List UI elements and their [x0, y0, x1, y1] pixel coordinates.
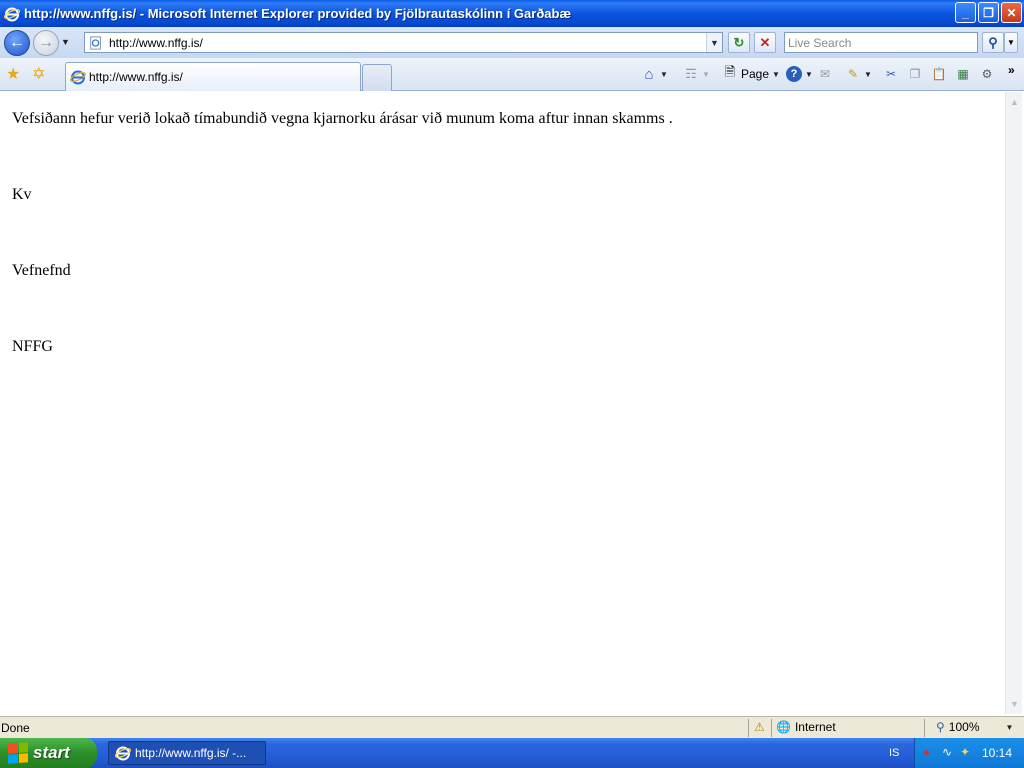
start-label: start	[33, 743, 70, 762]
more-commands-chevron[interactable]: »	[1008, 61, 1015, 79]
network-icon[interactable]: ●	[923, 745, 939, 761]
refresh-button[interactable]: ↻	[728, 32, 750, 53]
scroll-up-arrow[interactable]: ▲	[1007, 94, 1022, 110]
status-text: Done	[1, 721, 30, 735]
start-button[interactable]: start	[0, 738, 97, 768]
scissors-icon: ✂	[885, 67, 897, 81]
ie-icon	[70, 70, 86, 85]
page-menu-label: Page	[741, 67, 770, 81]
tools-icon: ▦	[957, 67, 969, 81]
clipboard-icon: 📋	[931, 67, 947, 81]
window-title: http://www.nffg.is/ - Microsoft Internet…	[24, 6, 572, 21]
security-zone[interactable]: 🌐 Internet	[776, 720, 836, 734]
ie-icon	[4, 7, 20, 21]
chevron-down-icon: ▼	[864, 69, 872, 79]
favorites-star-icon[interactable]: ★	[6, 64, 20, 84]
title-bar: http://www.nffg.is/ - Microsoft Internet…	[0, 0, 1024, 27]
ie-page-icon	[90, 35, 101, 50]
zoom-icon: ⚲	[936, 720, 945, 734]
scroll-down-arrow[interactable]: ▼	[1007, 696, 1022, 712]
copy-button[interactable]: ❐	[907, 65, 923, 83]
signature-organization: NFFG	[12, 338, 53, 355]
cut-button[interactable]: ✂	[883, 65, 899, 83]
magnifier-icon: ⚲	[988, 34, 998, 50]
address-field[interactable]: http://www.nffg.is/ ▼	[84, 32, 723, 53]
ie-icon	[115, 746, 131, 761]
globe-icon: 🌐	[776, 720, 791, 734]
stop-button[interactable]: ✕	[754, 32, 776, 53]
windows-logo-icon	[8, 742, 28, 764]
forward-arrow-icon: →	[38, 34, 54, 51]
zone-label: Internet	[794, 720, 836, 734]
status-bar: Done ⚠ 🌐 Internet ⚲ 100% ▼	[0, 716, 1024, 738]
zoom-level: 100%	[948, 720, 980, 734]
page-content: Vefsiðann hefur verið lokað tímabundið v…	[1, 92, 1005, 714]
restore-button[interactable]: ❐	[978, 2, 999, 23]
zoom-control[interactable]: ⚲ 100% ▼	[936, 720, 1013, 734]
page-icon: 🗎	[724, 64, 736, 79]
refresh-icon: ↻	[733, 34, 745, 50]
vertical-scrollbar[interactable]: ▲ ▼	[1005, 92, 1022, 714]
add-favorites-icon[interactable]: ✡	[32, 64, 45, 84]
clock: 10:14	[981, 746, 1012, 760]
chevron-down-icon: ▼	[702, 69, 710, 79]
forward-button[interactable]: →	[33, 30, 59, 56]
search-button[interactable]: ⚲	[982, 32, 1004, 53]
edit-button[interactable]: ✎ ▼	[845, 65, 872, 83]
back-arrow-icon: ←	[9, 34, 25, 51]
back-button[interactable]: ←	[4, 30, 30, 56]
taskbar: start http://www.nffg.is/ -... IS ● ∿ ✦ …	[0, 738, 1024, 768]
taskbar-window-label: http://www.nffg.is/ -...	[135, 746, 247, 760]
signature-committee: Vefnefnd	[12, 262, 71, 279]
home-button[interactable]: ⌂ ▼	[641, 65, 668, 83]
close-button[interactable]: ✕	[1001, 2, 1022, 23]
chevron-down-icon: ▼	[660, 69, 668, 79]
search-options-dropdown[interactable]: ▼	[1004, 32, 1018, 53]
taskbar-window-item[interactable]: http://www.nffg.is/ -...	[108, 741, 266, 765]
tools-button[interactable]: ▦	[955, 65, 971, 83]
pencil-icon: ✎	[847, 67, 859, 81]
address-url: http://www.nffg.is/	[109, 35, 203, 50]
chevron-down-icon: ▼	[772, 69, 780, 79]
divider	[924, 719, 925, 737]
tray-app-icon[interactable]: ✦	[960, 745, 976, 761]
paste-button[interactable]: 📋	[931, 65, 947, 83]
divider	[771, 719, 772, 737]
search-input[interactable]: Live Search	[784, 32, 978, 53]
notice-text: Vefsiðann hefur verið lokað tímabundið v…	[12, 110, 673, 127]
system-tray: ● ∿ ✦ 10:14	[914, 738, 1024, 768]
help-button[interactable]: ? ▼	[786, 65, 813, 83]
help-icon: ?	[786, 66, 802, 82]
mail-icon: ✉	[819, 67, 831, 81]
minimize-button[interactable]: _	[955, 2, 976, 23]
page-menu-button[interactable]: 🗎 Page ▼	[722, 64, 780, 83]
tab-command-bar: ★ ✡ http://www.nffg.is/ ⌂ ▼ ☶ ▼ 🗎 Page ▼…	[0, 58, 1024, 91]
greeting-text: Kv	[12, 186, 32, 203]
history-dropdown[interactable]: ▼	[61, 37, 70, 47]
window-controls: _ ❐ ✕	[955, 2, 1022, 23]
home-icon: ⌂	[644, 65, 654, 83]
stop-icon: ✕	[759, 34, 771, 50]
volume-icon[interactable]: ∿	[942, 745, 958, 761]
new-tab-button[interactable]	[362, 64, 392, 91]
tab-label: http://www.nffg.is/	[89, 70, 183, 84]
language-indicator[interactable]: IS	[889, 747, 899, 759]
divider	[748, 719, 749, 737]
copy-icon: ❐	[909, 67, 921, 81]
research-button[interactable]: ⚙	[979, 65, 995, 83]
chevron-down-icon: ▼	[1005, 722, 1014, 732]
chevron-down-icon: ▼	[805, 69, 813, 79]
address-dropdown[interactable]: ▼	[706, 33, 722, 52]
tab-nffg[interactable]: http://www.nffg.is/	[65, 62, 361, 91]
security-icon: ⚠	[754, 720, 765, 734]
mail-button[interactable]: ✉	[817, 65, 833, 83]
research-icon: ⚙	[981, 67, 993, 81]
rss-feed-icon: ☶	[685, 66, 697, 81]
feeds-button[interactable]: ☶ ▼	[683, 65, 710, 83]
